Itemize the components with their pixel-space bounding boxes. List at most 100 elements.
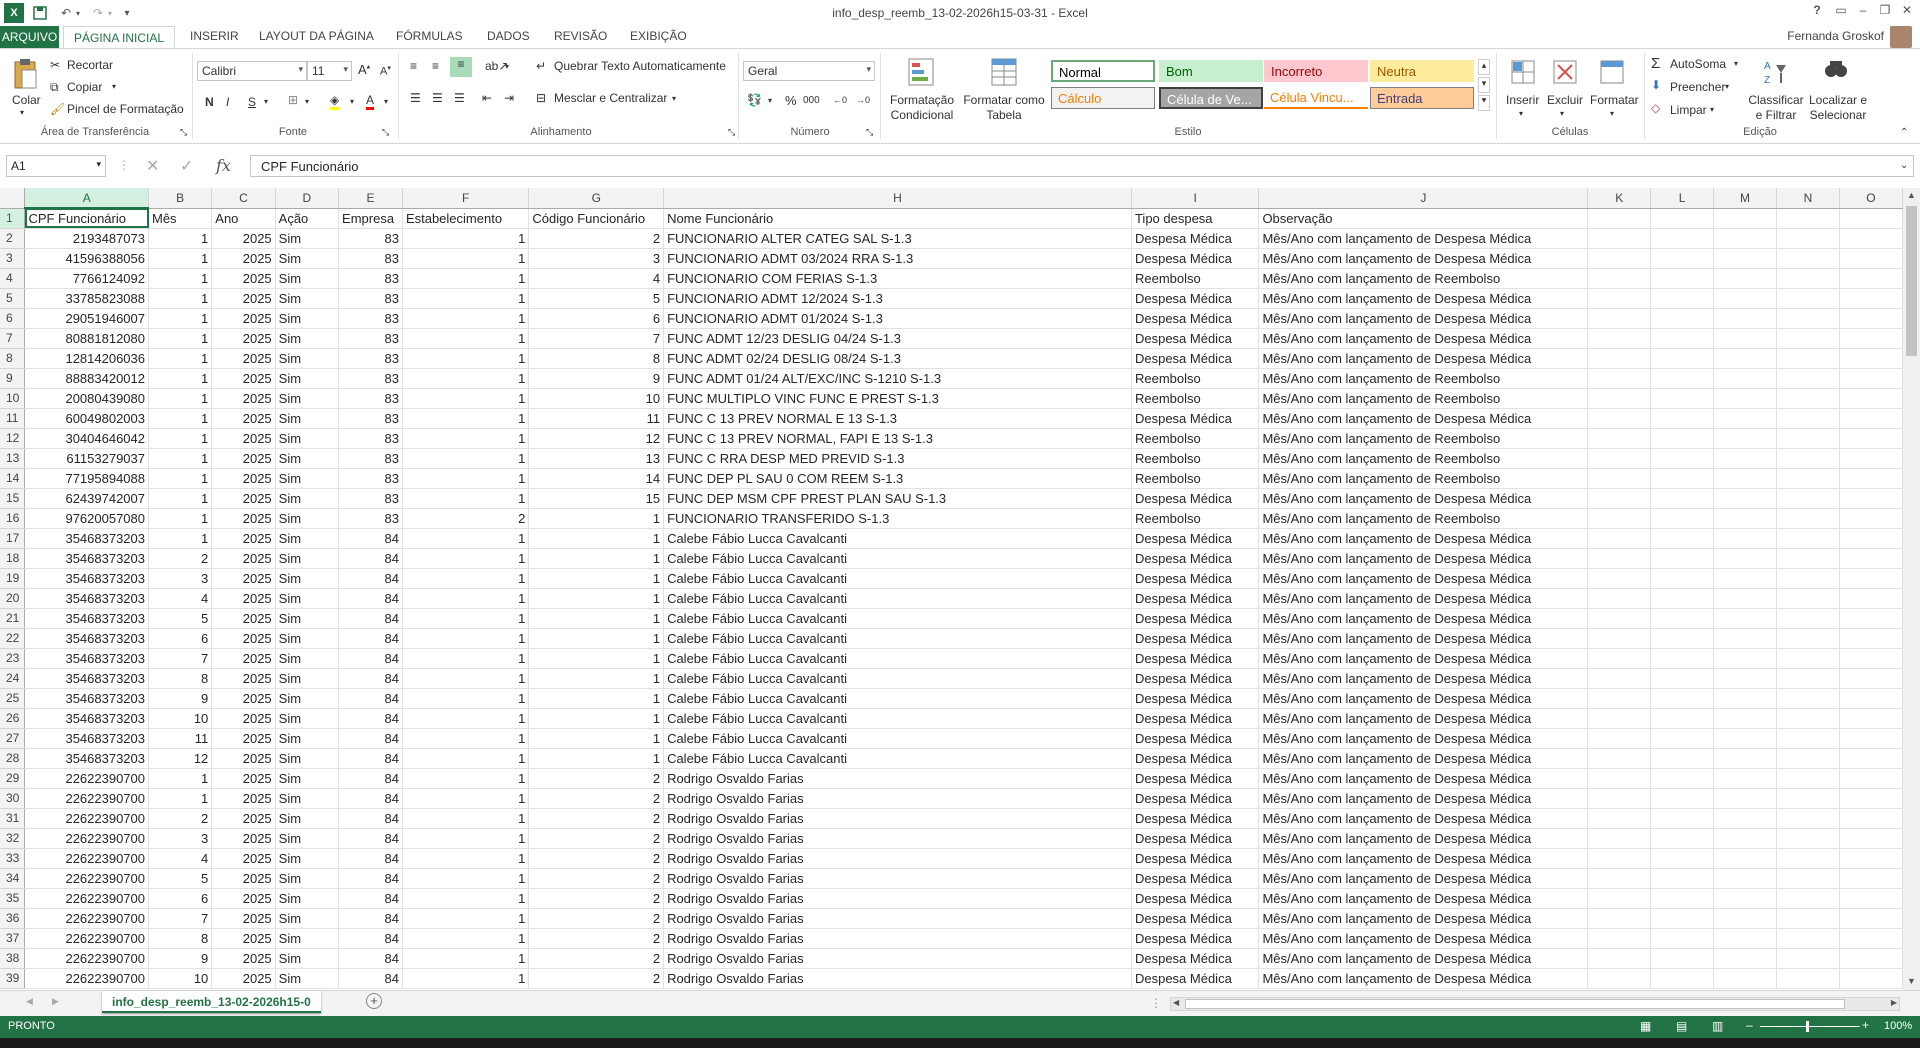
cell-g[interactable]: 14 [528,468,665,489]
cell-j[interactable]: Mês/Ano com lançamento de Despesa Médica [1258,328,1589,349]
format-cells-icon[interactable] [1597,55,1627,89]
tab-data[interactable]: DADOS [487,29,530,43]
format-painter-button[interactable]: Pincel de Formatação [67,102,184,116]
cell-j[interactable]: Mês/Ano com lançamento de Despesa Médica [1258,288,1589,309]
cell-n[interactable] [1776,428,1840,449]
cell-o[interactable] [1839,228,1903,249]
cell-f[interactable]: 1 [402,608,530,629]
cell-n[interactable] [1776,468,1840,489]
cell-e[interactable]: 83 [338,348,403,369]
cell-o[interactable] [1839,208,1903,229]
cell-h[interactable]: Rodrigo Osvaldo Farias [663,848,1132,869]
zoom-slider-thumb[interactable] [1806,1021,1809,1032]
row-header[interactable]: 27 [0,728,26,749]
cell-f[interactable]: 1 [402,528,530,549]
cell-m[interactable] [1713,468,1777,489]
cell-e[interactable]: 84 [338,888,403,909]
next-sheet-icon[interactable]: ▶ [52,996,59,1007]
cell-k[interactable] [1587,268,1652,289]
cell-e[interactable]: 83 [338,428,403,449]
cell-f[interactable]: 1 [402,908,530,929]
cell-f[interactable]: 1 [402,228,530,249]
close-icon[interactable]: ✕ [1896,3,1918,21]
fill-color-icon[interactable]: ◈ [330,93,340,110]
cell-o[interactable] [1839,788,1903,809]
cell-j[interactable]: Mês/Ano com lançamento de Despesa Médica [1258,908,1589,929]
cell-k[interactable] [1587,688,1652,709]
cell-h[interactable]: Rodrigo Osvaldo Farias [663,948,1132,969]
cell-f[interactable]: 1 [402,408,530,429]
cell-n[interactable] [1776,888,1840,909]
cell-e[interactable]: 83 [338,368,403,389]
style-neutral[interactable]: Neutra [1370,60,1474,82]
cell-e[interactable]: 84 [338,828,403,849]
decrease-font-icon[interactable]: A▾ [380,64,391,78]
cell-o[interactable] [1839,468,1903,489]
style-bad[interactable]: Incorreto [1264,60,1368,82]
cell-j[interactable]: Mês/Ano com lançamento de Despesa Médica [1258,728,1589,749]
cell-a[interactable]: 7766124092 [24,268,149,289]
cell-g[interactable]: 1 [528,548,665,569]
cell-a[interactable]: 30404646042 [24,428,149,449]
cell-c[interactable]: 2025 [211,668,276,689]
cell-f[interactable]: 1 [402,868,530,889]
cell-l[interactable] [1650,688,1715,709]
row-header[interactable]: 30 [0,788,26,809]
merge-icon[interactable]: ⊟ [536,91,546,105]
cell-d[interactable]: Sim [275,728,340,749]
scroll-right-icon[interactable]: ▶ [1891,998,1897,1007]
cell-c[interactable]: 2025 [211,328,276,349]
cell-j[interactable]: Mês/Ano com lançamento de Reembolso [1258,448,1589,469]
tab-insert[interactable]: INSERIR [190,29,239,43]
row-header[interactable]: 22 [0,628,26,649]
cell-c[interactable]: 2025 [211,888,276,909]
cell-e[interactable]: 84 [338,648,403,669]
cell-c[interactable]: 2025 [211,228,276,249]
cell-j[interactable]: Mês/Ano com lançamento de Despesa Médica [1258,968,1589,989]
cell-g[interactable]: 7 [528,328,665,349]
cell-k[interactable] [1587,648,1652,669]
accounting-dropdown-icon[interactable]: ▾ [768,96,772,105]
cell-o[interactable] [1839,268,1903,289]
row-header[interactable]: 20 [0,588,26,609]
cell-n[interactable] [1776,728,1840,749]
cell-m[interactable] [1713,948,1777,969]
vertical-scrollbar[interactable]: ▲ ▼ [1903,188,1920,990]
cell-k[interactable] [1587,428,1652,449]
cell-g[interactable]: 4 [528,268,665,289]
cell-j[interactable]: Mês/Ano com lançamento de Despesa Médica [1258,948,1589,969]
cell-l[interactable] [1650,288,1715,309]
cell-d[interactable]: Sim [275,408,340,429]
cell-i[interactable]: Despesa Médica [1131,548,1260,569]
cell-n[interactable] [1776,248,1840,269]
cell-c[interactable]: 2025 [211,428,276,449]
cell-c[interactable]: 2025 [211,628,276,649]
cell-g[interactable]: 5 [528,288,665,309]
cell-i[interactable]: Despesa Médica [1131,668,1260,689]
cell-e[interactable]: 84 [338,808,403,829]
cell-g[interactable]: 11 [528,408,665,429]
cell-e[interactable]: 84 [338,788,403,809]
cell-i[interactable]: Despesa Médica [1131,588,1260,609]
autosum-dropdown-icon[interactable]: ▾ [1734,59,1738,68]
cell-m[interactable] [1713,588,1777,609]
insert-cells-icon[interactable] [1508,55,1538,89]
cell-b[interactable]: 4 [148,848,213,869]
find-select-icon[interactable] [1820,55,1852,89]
font-color-icon[interactable]: A [366,93,375,110]
insert-button[interactable]: Inserir [1506,93,1539,107]
row-header[interactable]: 26 [0,708,26,729]
cell-h[interactable]: FUNC DEP PL SAU 0 COM REEM S-1.3 [663,468,1132,489]
cell-e[interactable]: 83 [338,308,403,329]
cell-l[interactable] [1650,308,1715,329]
avatar[interactable] [1890,26,1912,48]
cell-b[interactable]: 6 [148,628,213,649]
cell-c[interactable]: 2025 [211,608,276,629]
scroll-left-icon[interactable]: ◀ [1173,998,1179,1007]
cell-g[interactable]: Código Funcionário [528,208,665,229]
cell-i[interactable]: Despesa Médica [1131,848,1260,869]
accounting-icon[interactable]: 💱 [747,93,762,107]
cell-j[interactable]: Mês/Ano com lançamento de Despesa Médica [1258,868,1589,889]
cell-b[interactable]: 1 [148,328,213,349]
cell-o[interactable] [1839,768,1903,789]
